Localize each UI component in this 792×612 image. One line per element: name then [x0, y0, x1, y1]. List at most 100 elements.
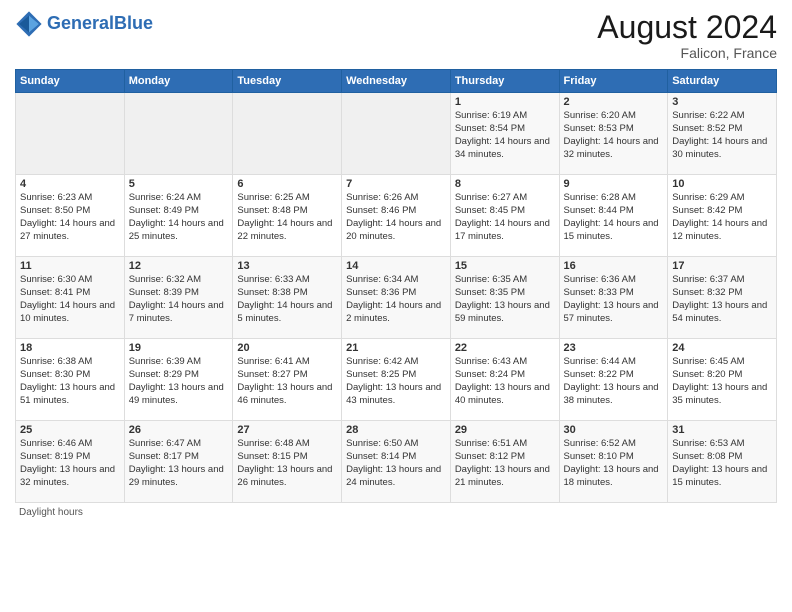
- cell-content: Sunrise: 6:44 AMSunset: 8:22 PMDaylight:…: [564, 356, 664, 407]
- cell-line: Sunset: 8:27 PM: [237, 369, 307, 380]
- cell-line: Sunrise: 6:41 AM: [237, 356, 309, 367]
- cell-content: Sunrise: 6:50 AMSunset: 8:14 PMDaylight:…: [346, 438, 446, 489]
- week-row-3: 11Sunrise: 6:30 AMSunset: 8:41 PMDayligh…: [16, 257, 777, 339]
- week-row-2: 4 Sunrise: 6:23 AMSunset: 8:50 PMDaylight…: [16, 175, 777, 257]
- cell-line: Sunrise: 6:28 AM: [564, 192, 636, 203]
- calendar-cell: 6Sunrise: 6:25 AMSunset: 8:48 PMDaylight…: [233, 175, 342, 257]
- cell-content: Sunrise: 6:28 AMSunset: 8:44 PMDaylight:…: [564, 192, 664, 243]
- col-header-monday: Monday: [124, 70, 233, 93]
- day-number: 29: [455, 424, 555, 436]
- calendar-cell: 16Sunrise: 6:36 AMSunset: 8:33 PMDayligh…: [559, 257, 668, 339]
- day-number: 8: [455, 178, 555, 190]
- cell-line: Daylight: 14 hours and 32 minutes.: [564, 136, 659, 160]
- cell-line: Daylight: 13 hours and 35 minutes.: [672, 382, 767, 406]
- calendar-cell: 24Sunrise: 6:45 AMSunset: 8:20 PMDayligh…: [668, 339, 777, 421]
- cell-line: Sunrise: 6:38 AM: [20, 356, 92, 367]
- cell-line: Sunrise: 6:32 AM: [129, 274, 201, 285]
- cell-line: Sunset: 8:32 PM: [672, 287, 742, 298]
- cell-line: Sunrise: 6:47 AM: [129, 438, 201, 449]
- cell-line: Sunrise: 6:30 AM: [20, 274, 92, 285]
- cell-line: Sunrise: 6:42 AM: [346, 356, 418, 367]
- cell-content: Sunrise: 6:35 AMSunset: 8:35 PMDaylight:…: [455, 274, 555, 325]
- col-header-tuesday: Tuesday: [233, 70, 342, 93]
- cell-line: Sunset: 8:24 PM: [455, 369, 525, 380]
- calendar-cell: 15 Sunrise: 6:35 AMSunset: 8:35 PMDayligh…: [450, 257, 559, 339]
- cell-line: Sunrise: 6:19 AM: [455, 110, 527, 121]
- calendar-cell: [342, 93, 451, 175]
- cell-line: Sunset: 8:08 PM: [672, 451, 742, 462]
- cell-content: Sunrise: 6:23 AMSunset: 8:50 PMDaylight:…: [20, 192, 120, 243]
- calendar-cell: 17Sunrise: 6:37 AMSunset: 8:32 PMDayligh…: [668, 257, 777, 339]
- col-header-wednesday: Wednesday: [342, 70, 451, 93]
- cell-content: Sunrise: 6:32 AMSunset: 8:39 PMDaylight:…: [129, 274, 229, 325]
- day-number: 24: [672, 342, 772, 354]
- subtitle: Falicon, France: [597, 45, 777, 61]
- cell-line: Daylight: 13 hours and 54 minutes.: [672, 300, 767, 324]
- daylight-label: Daylight hours: [19, 507, 83, 518]
- cell-line: Daylight: 13 hours and 46 minutes.: [237, 382, 332, 406]
- day-number: 28: [346, 424, 446, 436]
- calendar-cell: 9Sunrise: 6:28 AMSunset: 8:44 PMDaylight…: [559, 175, 668, 257]
- cell-content: Sunrise: 6:29 AMSunset: 8:42 PMDaylight:…: [672, 192, 772, 243]
- day-number: 15: [455, 260, 555, 272]
- cell-line: Sunset: 8:48 PM: [237, 205, 307, 216]
- cell-line: Sunset: 8:14 PM: [346, 451, 416, 462]
- calendar-table: SundayMondayTuesdayWednesdayThursdayFrid…: [15, 69, 777, 503]
- calendar-cell: 19Sunrise: 6:39 AMSunset: 8:29 PMDayligh…: [124, 339, 233, 421]
- day-number: 4: [20, 178, 120, 190]
- calendar-cell: 2 Sunrise: 6:20 AMSunset: 8:53 PMDaylight…: [559, 93, 668, 175]
- cell-line: Daylight: 13 hours and 51 minutes.: [20, 382, 115, 406]
- col-header-sunday: Sunday: [16, 70, 125, 93]
- calendar-cell: 22Sunrise: 6:43 AMSunset: 8:24 PMDayligh…: [450, 339, 559, 421]
- cell-line: Daylight: 14 hours and 15 minutes.: [564, 218, 659, 242]
- cell-line: Daylight: 14 hours and 17 minutes.: [455, 218, 550, 242]
- calendar-cell: 27Sunrise: 6:48 AMSunset: 8:15 PMDayligh…: [233, 421, 342, 503]
- logo-line1: General: [47, 13, 114, 33]
- logo-text: GeneralBlue: [47, 14, 153, 34]
- cell-line: Sunrise: 6:36 AM: [564, 274, 636, 285]
- day-number: 11: [20, 260, 120, 272]
- cell-content: Sunrise: 6:51 AMSunset: 8:12 PMDaylight:…: [455, 438, 555, 489]
- cell-line: Daylight: 13 hours and 26 minutes.: [237, 464, 332, 488]
- cell-line: Daylight: 13 hours and 59 minutes.: [455, 300, 550, 324]
- calendar-cell: [233, 93, 342, 175]
- cell-line: Daylight: 13 hours and 57 minutes.: [564, 300, 659, 324]
- logo: GeneralBlue: [15, 10, 153, 38]
- cell-line: Daylight: 14 hours and 30 minutes.: [672, 136, 767, 160]
- cell-content: Sunrise: 6:46 AMSunset: 8:19 PMDaylight:…: [20, 438, 120, 489]
- cell-line: Daylight: 13 hours and 15 minutes.: [672, 464, 767, 488]
- cell-content: Sunrise: 6:38 AMSunset: 8:30 PMDaylight:…: [20, 356, 120, 407]
- day-number: 27: [237, 424, 337, 436]
- calendar-cell: 20 Sunrise: 6:41 AM Sunset: 8:27 PM Dayligh…: [233, 339, 342, 421]
- logo-icon: [15, 10, 43, 38]
- day-number: 2: [564, 96, 664, 108]
- day-number: 1: [455, 96, 555, 108]
- cell-line: Daylight: 13 hours and 21 minutes.: [455, 464, 550, 488]
- cell-line: Sunset: 8:45 PM: [455, 205, 525, 216]
- day-number: 18: [20, 342, 120, 354]
- day-number: 6: [237, 178, 337, 190]
- cell-content: Sunrise: 6:43 AMSunset: 8:24 PMDaylight:…: [455, 356, 555, 407]
- cell-line: Sunrise: 6:39 AM: [129, 356, 201, 367]
- calendar-cell: 8 Sunrise: 6:27 AM Sunset: 8:45 PM Daylight…: [450, 175, 559, 257]
- footer: Daylight hours: [15, 507, 777, 518]
- header-row: SundayMondayTuesdayWednesdayThursdayFrid…: [16, 70, 777, 93]
- cell-line: Sunrise: 6:27 AM: [455, 192, 527, 203]
- cell-content: Sunrise: 6:20 AMSunset: 8:53 PMDaylight:…: [564, 110, 664, 161]
- day-number: 20: [237, 342, 337, 354]
- day-number: 14: [346, 260, 446, 272]
- cell-line: Daylight: 13 hours and 32 minutes.: [20, 464, 115, 488]
- day-number: 10: [672, 178, 772, 190]
- cell-line: Daylight: 13 hours and 40 minutes.: [455, 382, 550, 406]
- cell-line: Daylight: 13 hours and 43 minutes.: [346, 382, 441, 406]
- cell-line: Daylight: 14 hours and 27 minutes.: [20, 218, 115, 242]
- cell-line: Sunrise: 6:33 AM: [237, 274, 309, 285]
- day-number: 25: [20, 424, 120, 436]
- calendar-cell: 21Sunrise: 6:42 AMSunset: 8:25 PMDayligh…: [342, 339, 451, 421]
- cell-line: Sunrise: 6:29 AM: [672, 192, 744, 203]
- day-number: 7: [346, 178, 446, 190]
- calendar-cell: [16, 93, 125, 175]
- cell-line: Sunrise: 6:26 AM: [346, 192, 418, 203]
- cell-line: Sunset: 8:19 PM: [20, 451, 90, 462]
- day-number: 12: [129, 260, 229, 272]
